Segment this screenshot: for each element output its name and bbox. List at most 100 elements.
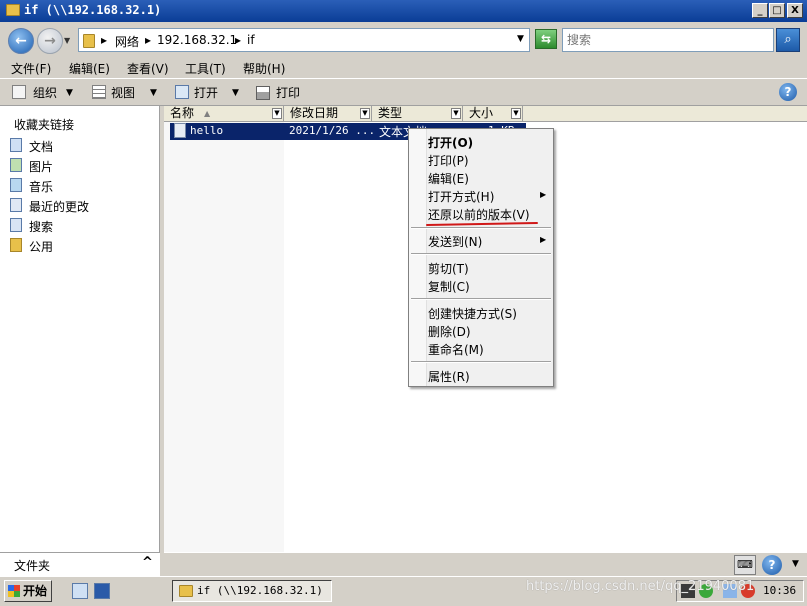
open-dropdown-icon[interactable]: ▼ <box>232 88 239 98</box>
ctx-properties[interactable]: 属性(R) <box>428 368 470 385</box>
status-dropdown-icon[interactable]: ▼ <box>792 559 799 569</box>
organize-dropdown-icon[interactable]: ▼ <box>66 88 73 98</box>
sort-ascending-icon: ▲ <box>204 109 211 118</box>
column-modified-label: 修改日期 <box>290 106 339 120</box>
column-header-type[interactable]: 类型 ▼ <box>372 106 463 122</box>
column-header-modified[interactable]: 修改日期 ▼ <box>284 106 372 122</box>
crumb-network[interactable]: 网络 <box>115 33 139 50</box>
folder-icon <box>6 4 20 16</box>
menu-separator <box>411 298 551 300</box>
back-button[interactable]: ← <box>8 28 34 54</box>
show-desktop-icon[interactable] <box>94 583 110 599</box>
print-button[interactable]: 打印 <box>276 84 300 101</box>
column-header-size[interactable]: 大小 ▼ <box>463 106 523 122</box>
menu-help[interactable]: 帮助(H) <box>243 60 285 77</box>
recent-changes-icon <box>10 198 22 212</box>
address-bar[interactable]: ▸ 网络 ▸ 192.168.32.1 ▸ if ▼ <box>78 28 530 52</box>
open-button[interactable]: 打开 <box>194 84 218 101</box>
views-icon <box>92 85 106 99</box>
context-menu: 打开(O) 打印(P) 编辑(E) 打开方式(H) ▶ 还原以前的版本(V) 发… <box>408 128 554 387</box>
ctx-restore-previous-versions[interactable]: 还原以前的版本(V) <box>428 206 530 223</box>
ctx-open-with[interactable]: 打开方式(H) <box>428 188 494 205</box>
ctx-rename[interactable]: 重命名(M) <box>428 341 484 358</box>
open-icon <box>175 85 189 99</box>
crumb-separator-icon: ▸ <box>101 33 108 47</box>
public-folder-icon <box>10 238 22 252</box>
organize-button[interactable]: 组织 <box>33 84 57 101</box>
network-folder-icon <box>83 34 95 48</box>
address-dropdown-icon[interactable]: ▼ <box>517 34 524 44</box>
menu-bar: 文件(F) 编辑(E) 查看(V) 工具(T) 帮助(H) <box>0 58 807 78</box>
views-button[interactable]: 视图 <box>111 84 135 101</box>
crumb-separator-icon: ▸ <box>145 33 152 47</box>
submenu-arrow-icon: ▶ <box>540 190 547 199</box>
window-title: if (\\192.168.32.1) <box>24 3 162 17</box>
maximize-button[interactable]: □ <box>769 3 785 18</box>
ctx-print[interactable]: 打印(P) <box>428 152 469 169</box>
chevron-up-icon: ^ <box>142 555 153 570</box>
column-type-label: 类型 <box>378 106 403 120</box>
ctx-delete[interactable]: 删除(D) <box>428 323 471 340</box>
music-icon <box>10 178 22 192</box>
crumb-folder[interactable]: if <box>247 33 255 47</box>
crumb-separator-icon: ▸ <box>235 33 242 47</box>
crumb-host[interactable]: 192.168.32.1 <box>157 33 237 47</box>
sidebar-item-label: 公用 <box>29 240 54 254</box>
server-manager-icon[interactable] <box>72 583 88 599</box>
folders-toggle[interactable]: 文件夹 ^ <box>0 552 160 576</box>
sidebar-item-label: 文档 <box>29 140 54 154</box>
network-status-icon[interactable]: ⌨ <box>734 555 756 575</box>
ctx-create-shortcut[interactable]: 创建快捷方式(S) <box>428 305 517 322</box>
column-filter-dropdown-icon[interactable]: ▼ <box>511 108 521 119</box>
ctx-copy[interactable]: 复制(C) <box>428 278 470 295</box>
arrow-right-icon: → <box>44 33 56 49</box>
column-filter-dropdown-icon[interactable]: ▼ <box>272 108 282 119</box>
column-name-label: 名称 <box>170 106 195 120</box>
views-dropdown-icon[interactable]: ▼ <box>150 88 157 98</box>
taskbar-window-button[interactable]: if (\\192.168.32.1) <box>172 580 332 602</box>
folders-label: 文件夹 <box>14 559 51 573</box>
column-filter-dropdown-icon[interactable]: ▼ <box>451 108 461 119</box>
submenu-arrow-icon: ▶ <box>540 235 547 244</box>
menu-tools[interactable]: 工具(T) <box>185 60 226 77</box>
printer-icon <box>256 86 270 100</box>
file-modified: 2021/1/26 ... <box>289 124 373 137</box>
menu-separator <box>411 361 551 363</box>
ctx-send-to[interactable]: 发送到(N) <box>428 233 482 250</box>
column-header-row: 名称 ▲ ▼ 修改日期 ▼ 类型 ▼ 大小 ▼ <box>164 106 807 122</box>
title-bar[interactable]: if (\\192.168.32.1) _ □ X <box>0 0 807 22</box>
ctx-open[interactable]: 打开(O) <box>428 134 473 151</box>
help-button[interactable]: ? <box>779 83 797 101</box>
start-button[interactable]: 开始 <box>4 580 52 602</box>
column-filter-dropdown-icon[interactable]: ▼ <box>360 108 370 119</box>
organize-icon <box>12 85 26 99</box>
search-button[interactable]: ⌕ <box>776 28 800 52</box>
sorted-column-shading <box>164 122 284 552</box>
taskbar-window-label: if (\\192.168.32.1) <box>197 584 323 597</box>
folder-icon <box>179 585 193 597</box>
search-folder-icon <box>10 218 22 232</box>
watermark-text: https://blog.csdn.net/qq_21940081 <box>526 579 755 594</box>
status-bar: ⌨ ? ▼ <box>164 552 807 576</box>
toolbar: 组织 ▼ 视图 ▼ 打开 ▼ 打印 ? <box>0 78 807 106</box>
column-size-label: 大小 <box>469 106 494 120</box>
menu-file[interactable]: 文件(F) <box>11 60 51 77</box>
history-dropdown-icon[interactable]: ▼ <box>64 36 70 45</box>
start-label: 开始 <box>23 584 48 598</box>
refresh-button[interactable]: ⇆ <box>535 29 557 49</box>
close-button[interactable]: X <box>787 3 803 18</box>
windows-logo-icon <box>8 585 20 597</box>
ctx-edit[interactable]: 编辑(E) <box>428 170 469 187</box>
sidebar-item-label: 图片 <box>29 160 54 174</box>
status-help-button[interactable]: ? <box>762 555 782 575</box>
forward-button[interactable]: → <box>37 28 63 54</box>
column-header-name[interactable]: 名称 ▲ ▼ <box>164 106 284 122</box>
menu-edit[interactable]: 编辑(E) <box>69 60 110 77</box>
ctx-cut[interactable]: 剪切(T) <box>428 260 469 277</box>
documents-icon <box>10 138 22 152</box>
text-file-icon <box>174 123 186 138</box>
minimize-button[interactable]: _ <box>752 3 768 18</box>
search-input[interactable] <box>562 28 774 52</box>
menu-view[interactable]: 查看(V) <box>127 60 169 77</box>
clock[interactable]: 10:36 <box>763 584 796 597</box>
